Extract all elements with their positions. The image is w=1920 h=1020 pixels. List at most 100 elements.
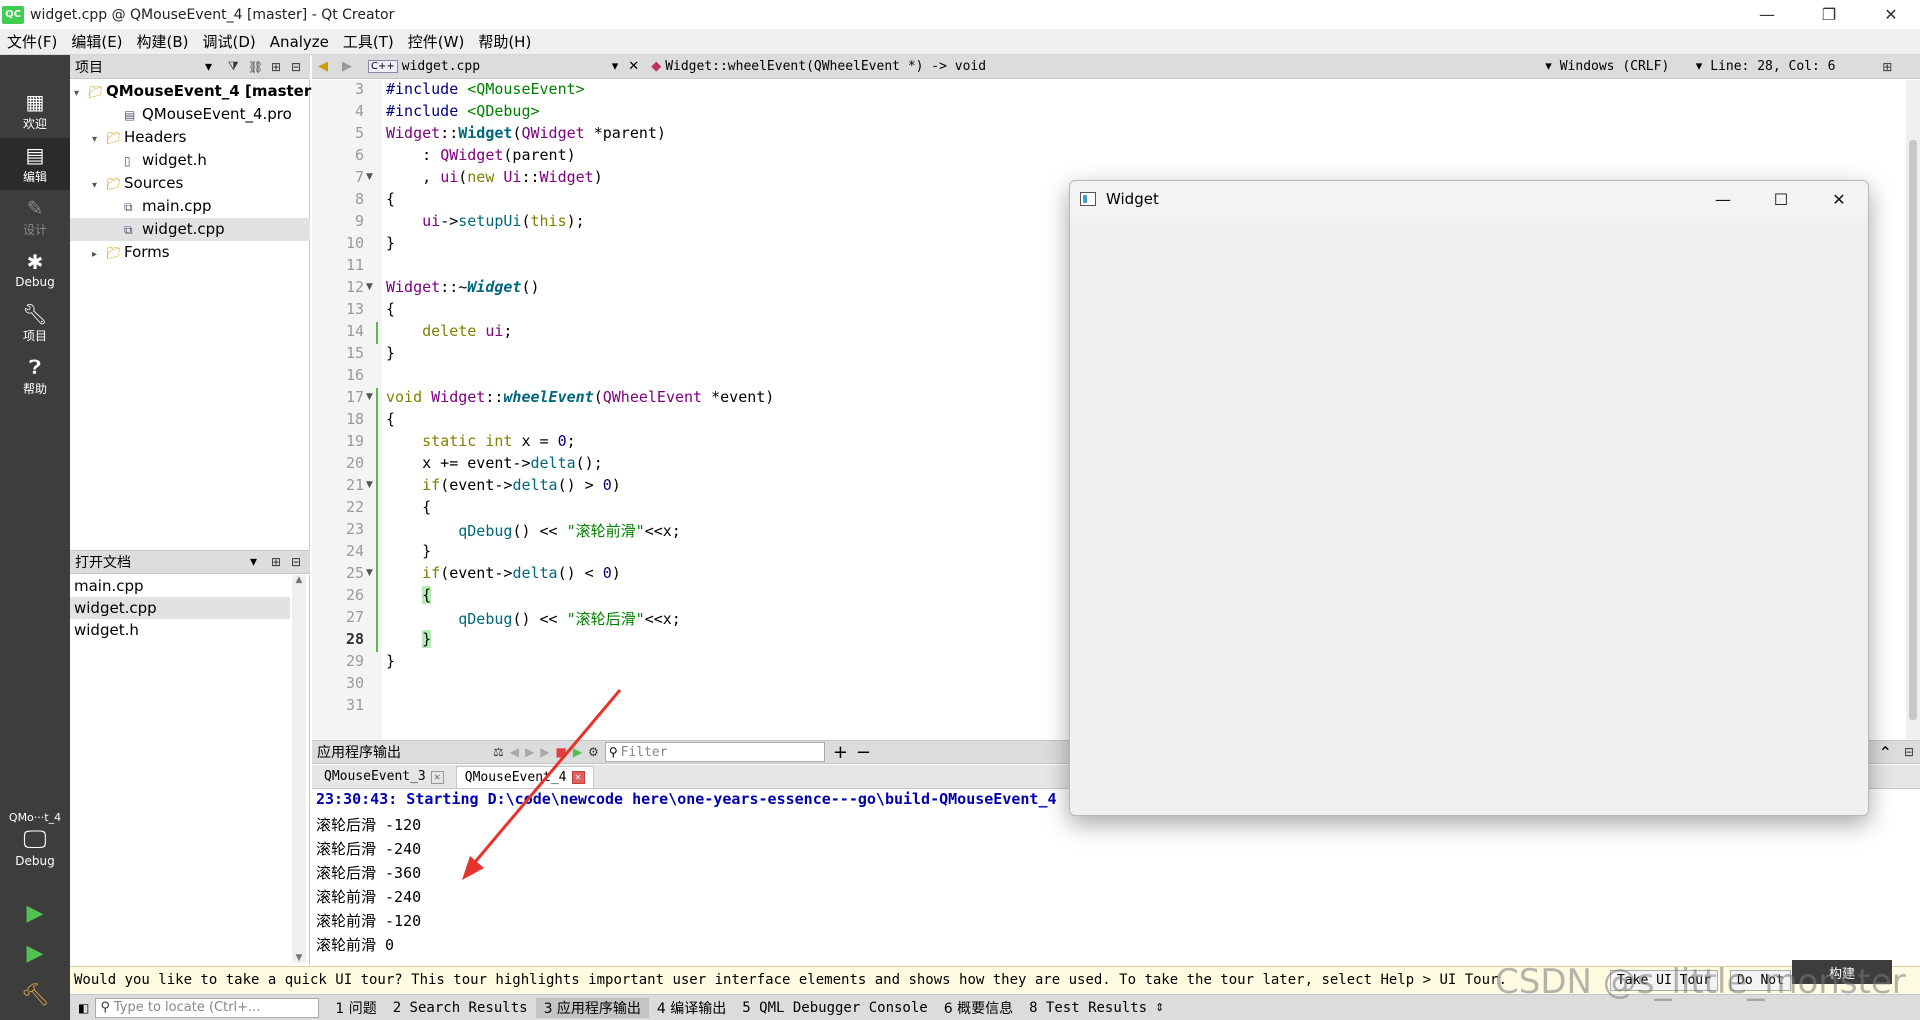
code-line: qDebug() << "滚轮后滑"<<x;: [458, 610, 681, 628]
kit-selector[interactable]: QMo···t_4 🖵 Debug: [0, 805, 70, 885]
tree-item[interactable]: ▾ 📁︎ Sources: [70, 172, 310, 195]
zoom-out-icon[interactable]: −: [856, 742, 871, 763]
menu-file[interactable]: 文件(F): [0, 29, 64, 55]
close-pane-icon[interactable]: ⊟: [291, 555, 301, 569]
symbol-selector[interactable]: Widget::wheelEvent(QWheelEvent *) -> voi…: [665, 59, 1545, 74]
close-tab-icon[interactable]: ✕: [571, 771, 585, 784]
pane-issues[interactable]: 1 问题: [327, 998, 384, 1018]
fold-arrow-icon[interactable]: ▼: [366, 172, 373, 182]
widget-maximize-button[interactable]: ☐: [1752, 181, 1810, 217]
settings-icon[interactable]: ⚙: [588, 745, 599, 759]
code-line: {: [386, 300, 396, 318]
zoom-in-icon[interactable]: +: [833, 742, 848, 763]
cursor-position[interactable]: Line: 28, Col: 6: [1710, 59, 1870, 74]
close-pane-icon[interactable]: ⊟: [291, 60, 301, 74]
close-tab-icon[interactable]: ✕: [430, 770, 444, 784]
open-document-item[interactable]: widget.h: [70, 619, 290, 641]
output-tab[interactable]: QMouseEvent_3 ✕: [316, 766, 452, 788]
open-document-item[interactable]: main.cpp: [70, 575, 290, 597]
scrollbar-thumb[interactable]: [1909, 140, 1917, 720]
mode-projects[interactable]: 🔧︎ 项目: [0, 297, 70, 349]
back-icon[interactable]: ◀: [318, 59, 328, 74]
fold-arrow-icon[interactable]: ▼: [366, 480, 373, 490]
maximize-pane-icon[interactable]: ⌃: [1879, 743, 1892, 762]
link-icon[interactable]: ⛓: [248, 60, 263, 74]
editor-scrollbar[interactable]: [1906, 80, 1920, 740]
open-document-item[interactable]: widget.cpp: [70, 597, 290, 619]
menu-debug[interactable]: 调试(D): [196, 29, 263, 55]
tree-item[interactable]: ⧉ widget.cpp: [70, 218, 310, 241]
fold-arrow-icon[interactable]: ▼: [366, 568, 373, 578]
menu-help[interactable]: 帮助(H): [471, 29, 538, 55]
open-documents-scrollbar[interactable]: ▲ ▼: [292, 575, 306, 963]
widget-minimize-button[interactable]: —: [1694, 181, 1752, 217]
pane-compile-output[interactable]: 4 编译输出: [649, 998, 734, 1018]
minimize-button[interactable]: —: [1738, 0, 1796, 29]
clear-icon[interactable]: ⚖: [493, 745, 504, 759]
forward-icon[interactable]: ▶: [342, 59, 352, 74]
expand-arrow-icon[interactable]: ▸: [92, 243, 106, 266]
pane-qml-debugger[interactable]: 5 QML Debugger Console: [734, 1000, 935, 1016]
tree-item[interactable]: ▾ 📁︎ Headers: [70, 126, 310, 149]
dropdown-icon[interactable]: ▾: [205, 59, 212, 75]
pane-general-messages[interactable]: 6 概要信息: [936, 998, 1021, 1018]
output-tab[interactable]: QMouseEvent_4 ✕: [455, 766, 594, 788]
widget-close-button[interactable]: ✕: [1810, 181, 1868, 217]
attach-icon[interactable]: ▶: [573, 745, 582, 759]
split-icon[interactable]: ⊞: [1882, 60, 1892, 74]
expand-arrow-icon[interactable]: ▾: [74, 82, 88, 105]
line-ending-selector[interactable]: Windows (CRLF): [1560, 59, 1696, 74]
menu-edit[interactable]: 编辑(E): [64, 29, 129, 55]
tree-item[interactable]: ▾ 📁︎ QMouseEvent_4 [master]: [70, 80, 318, 105]
tree-item[interactable]: ▸ 📁︎ Forms: [70, 241, 310, 264]
toggle-sidebar-icon[interactable]: ◧: [78, 1001, 89, 1015]
menu-tools[interactable]: 工具(T): [336, 29, 401, 55]
mode-welcome[interactable]: ▦ 欢迎: [0, 85, 70, 137]
dropdown-icon[interactable]: ▾: [250, 554, 257, 570]
line-number: 18: [345, 410, 364, 428]
split-icon[interactable]: ⊞: [271, 555, 281, 569]
rerun-icon[interactable]: ▶: [540, 745, 549, 759]
line-ending-dropdown-icon[interactable]: ▾: [1696, 59, 1703, 74]
next-icon[interactable]: ▶: [525, 745, 534, 759]
pane-search-results[interactable]: 2 Search Results: [385, 1000, 536, 1016]
fold-arrow-icon[interactable]: ▼: [366, 282, 373, 292]
mode-help[interactable]: ❓︎ 帮助: [0, 350, 70, 402]
close-file-icon[interactable]: ✕: [628, 59, 639, 74]
file-tab[interactable]: widget.cpp: [402, 59, 612, 74]
scroll-up-icon[interactable]: ▲: [292, 575, 306, 585]
output-filter-input[interactable]: ⚲ Filter: [604, 742, 825, 762]
mode-edit[interactable]: ▤ 编辑: [0, 138, 70, 190]
code-line: {: [422, 586, 432, 604]
menu-build[interactable]: 构建(B): [130, 29, 196, 55]
debug-run-button[interactable]: ▶: [0, 935, 70, 971]
stop-icon[interactable]: ■: [555, 745, 566, 759]
tree-item[interactable]: ▯ widget.h: [70, 149, 310, 172]
close-button[interactable]: ✕: [1862, 0, 1920, 29]
widget-app-window[interactable]: Widget — ☐ ✕: [1069, 180, 1869, 816]
more-panes-icon[interactable]: ⇕: [1155, 1001, 1164, 1014]
mode-debug[interactable]: ✱ Debug: [0, 244, 70, 296]
tree-item[interactable]: ▤ QMouseEvent_4.pro: [70, 103, 310, 126]
menu-widgets[interactable]: 控件(W): [401, 29, 472, 55]
file-dropdown-icon[interactable]: ▾: [612, 59, 619, 74]
menu-analyze[interactable]: Analyze: [263, 29, 336, 55]
pane-application-output[interactable]: 3 应用程序输出: [535, 997, 649, 1018]
run-button[interactable]: ▶: [0, 895, 70, 931]
close-pane-icon[interactable]: ⊟: [1904, 745, 1914, 759]
tree-item[interactable]: ⧉ main.cpp: [70, 195, 310, 218]
mode-design[interactable]: ✎ 设计: [0, 191, 70, 243]
filter-icon[interactable]: ⧩: [228, 59, 239, 74]
fold-arrow-icon[interactable]: ▼: [366, 392, 373, 402]
symbol-dropdown-icon[interactable]: ▾: [1545, 59, 1552, 74]
expand-arrow-icon[interactable]: ▾: [92, 128, 106, 151]
locate-input[interactable]: ⚲ Type to locate (Ctrl+...: [95, 997, 320, 1018]
restore-button[interactable]: ❐: [1800, 0, 1858, 29]
build-hammer-button[interactable]: 🔨︎: [0, 977, 70, 1013]
split-icon[interactable]: ⊞: [271, 60, 281, 74]
prev-icon[interactable]: ◀: [510, 745, 519, 759]
scroll-down-icon[interactable]: ▼: [292, 953, 306, 963]
widget-title-bar[interactable]: Widget — ☐ ✕: [1070, 181, 1868, 217]
expand-arrow-icon[interactable]: ▾: [92, 174, 106, 197]
pane-test-results[interactable]: 8 Test Results: [1021, 1000, 1155, 1016]
